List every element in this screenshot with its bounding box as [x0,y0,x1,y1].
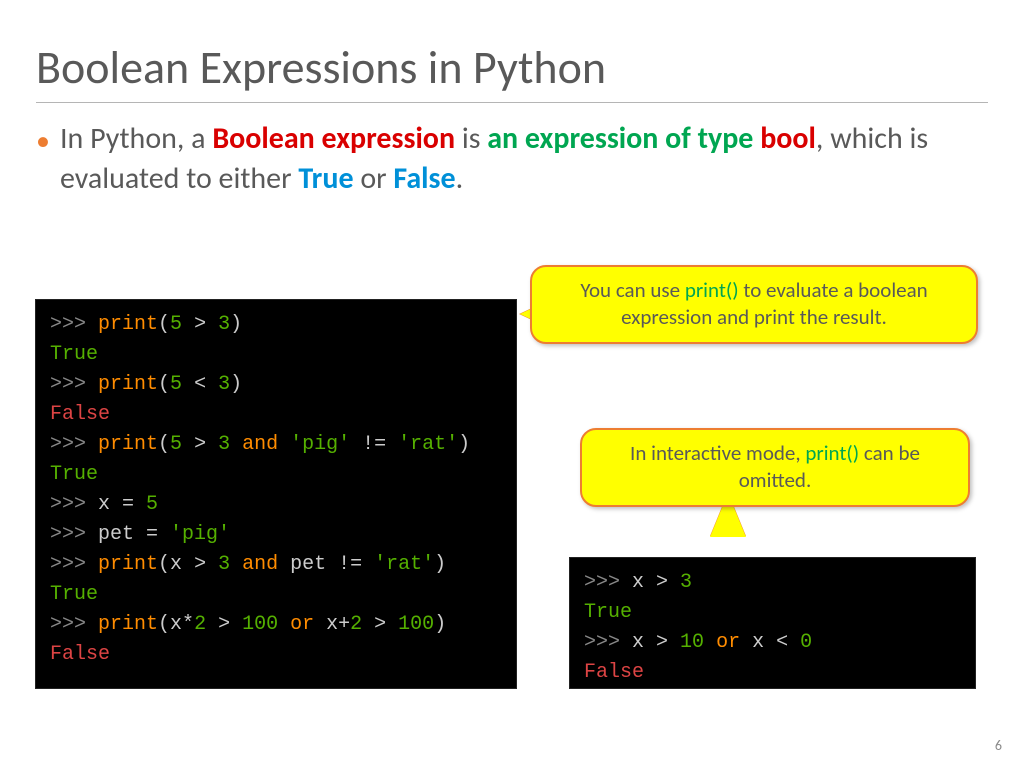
title-block: Boolean Expressions in Python [36,40,988,103]
code-op: > [182,313,218,336]
callout-text: In interactive mode, [630,440,805,466]
code-paren: ( [158,373,170,396]
text-seg: . [456,160,464,197]
code-paren: ) [434,553,446,576]
code-fn: print [98,433,158,456]
callout-fn: print() [685,277,739,303]
code-num: 5 [146,493,158,516]
kw-bool: bool [760,120,816,157]
bullet-text: • In Python, a Boolean expression is an … [36,119,988,198]
code-op: > [206,613,242,636]
code-str: 'pig' [290,433,350,456]
kw-expr-type: an expression of type [487,120,760,157]
text-seg: or [354,160,394,197]
code-num: 10 [680,631,704,654]
code-fn: print [98,373,158,396]
code-kw: and [230,433,290,456]
callout-interactive-mode: In interactive mode, print() can be omit… [580,428,970,507]
code-prompt: >>> [584,571,632,594]
code-var: x [632,631,656,654]
code-output: False [50,403,110,426]
callout-fn: print() [805,440,859,466]
code-output: False [584,661,644,684]
code-paren: ) [230,373,242,396]
code-kw: or [278,613,326,636]
code-assign: pet = [98,523,170,546]
code-output: True [50,343,98,366]
code-fn: print [98,313,158,336]
code-prompt: >>> [50,313,98,336]
code-num: 5 [170,313,182,336]
code-kw: and [230,553,290,576]
code-paren: ) [230,313,242,336]
code-num: 100 [398,613,434,636]
code-paren: ) [434,613,446,636]
page-number: 6 [995,737,1002,754]
kw-boolean-expression: Boolean expression [212,120,455,157]
code-op: != [338,553,374,576]
code-prompt: >>> [50,613,98,636]
code-num: 0 [800,631,812,654]
code-var: x [632,571,656,594]
code-paren: ( [158,433,170,456]
code-var: x [170,553,194,576]
code-num: 2 [194,613,206,636]
code-op: != [350,433,398,456]
code-prompt: >>> [50,493,98,516]
callout-text: You can use [580,277,685,303]
code-paren: ) [458,433,470,456]
code-block-interactive: >>> x > 3 True >>> x > 10 or x < 0 False [570,558,975,688]
text-seg: In Python, a [60,120,212,157]
code-num: 3 [218,553,230,576]
slide: Boolean Expressions in Python • In Pytho… [0,0,1024,768]
code-op: > [362,613,398,636]
code-output: False [50,643,110,666]
code-str: 'pig' [170,523,230,546]
code-op: > [182,433,218,456]
code-prompt: >>> [50,433,98,456]
code-paren: ( [158,613,170,636]
code-expr: x* [170,613,194,636]
code-paren: ( [158,553,170,576]
code-prompt: >>> [50,553,98,576]
text-seg: is [455,120,487,157]
code-paren: ( [158,313,170,336]
code-num: 2 [350,613,362,636]
code-op: > [656,571,680,594]
bullet-icon: • [36,123,50,160]
code-op: > [656,631,680,654]
code-op: > [194,553,218,576]
code-str: 'rat' [374,553,434,576]
code-expr: x+ [326,613,350,636]
code-var: pet [290,553,338,576]
code-num: 100 [242,613,278,636]
code-kw: or [704,631,752,654]
code-num: 3 [680,571,692,594]
code-block-main: >>> print(5 > 3) True >>> print(5 < 3) F… [36,300,516,688]
code-num: 5 [170,373,182,396]
code-prompt: >>> [50,523,98,546]
code-num: 3 [218,433,230,456]
code-fn: print [98,613,158,636]
callout-print-evaluate: You can use print() to evaluate a boolea… [530,265,978,344]
code-str: 'rat' [398,433,458,456]
code-output: True [584,601,632,624]
code-output: True [50,463,98,486]
kw-false: False [393,160,455,197]
code-prompt: >>> [584,631,632,654]
code-num: 5 [170,433,182,456]
code-num: 3 [218,373,230,396]
code-fn: print [98,553,158,576]
code-assign: x = [98,493,146,516]
kw-true: True [298,160,353,197]
code-op: < [182,373,218,396]
code-op: < [776,631,800,654]
code-num: 3 [218,313,230,336]
slide-title: Boolean Expressions in Python [36,40,988,96]
code-prompt: >>> [50,373,98,396]
code-var: x [752,631,776,654]
code-output: True [50,583,98,606]
